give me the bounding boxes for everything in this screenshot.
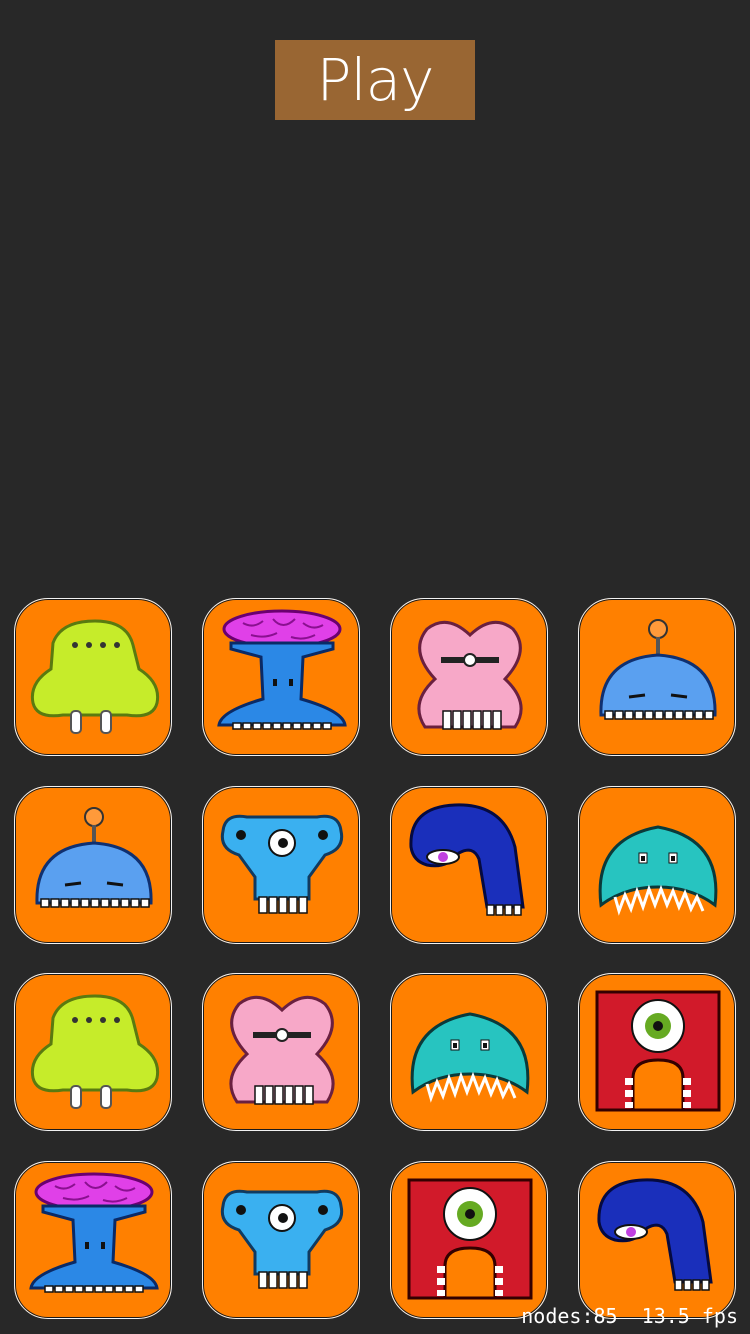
monster-card[interactable] [202,973,360,1131]
monster-card[interactable] [390,1161,548,1319]
debug-stats: nodes:85 13.5 fps [521,1304,738,1328]
monster-card[interactable] [202,1161,360,1319]
play-button[interactable]: Play [275,40,475,120]
monster-card[interactable] [578,598,736,756]
monster-card[interactable] [578,786,736,944]
monster-card[interactable] [14,598,172,756]
monster-card[interactable] [14,786,172,944]
game-scene: Play nodes:85 13.5 fps [0,0,750,1334]
monster-card[interactable] [14,973,172,1131]
monster-card[interactable] [390,973,548,1131]
monster-card[interactable] [578,973,736,1131]
monster-card[interactable] [202,786,360,944]
monster-card[interactable] [390,598,548,756]
monster-card[interactable] [390,786,548,944]
monster-card[interactable] [202,598,360,756]
monster-card[interactable] [578,1161,736,1319]
monster-card[interactable] [14,1161,172,1319]
